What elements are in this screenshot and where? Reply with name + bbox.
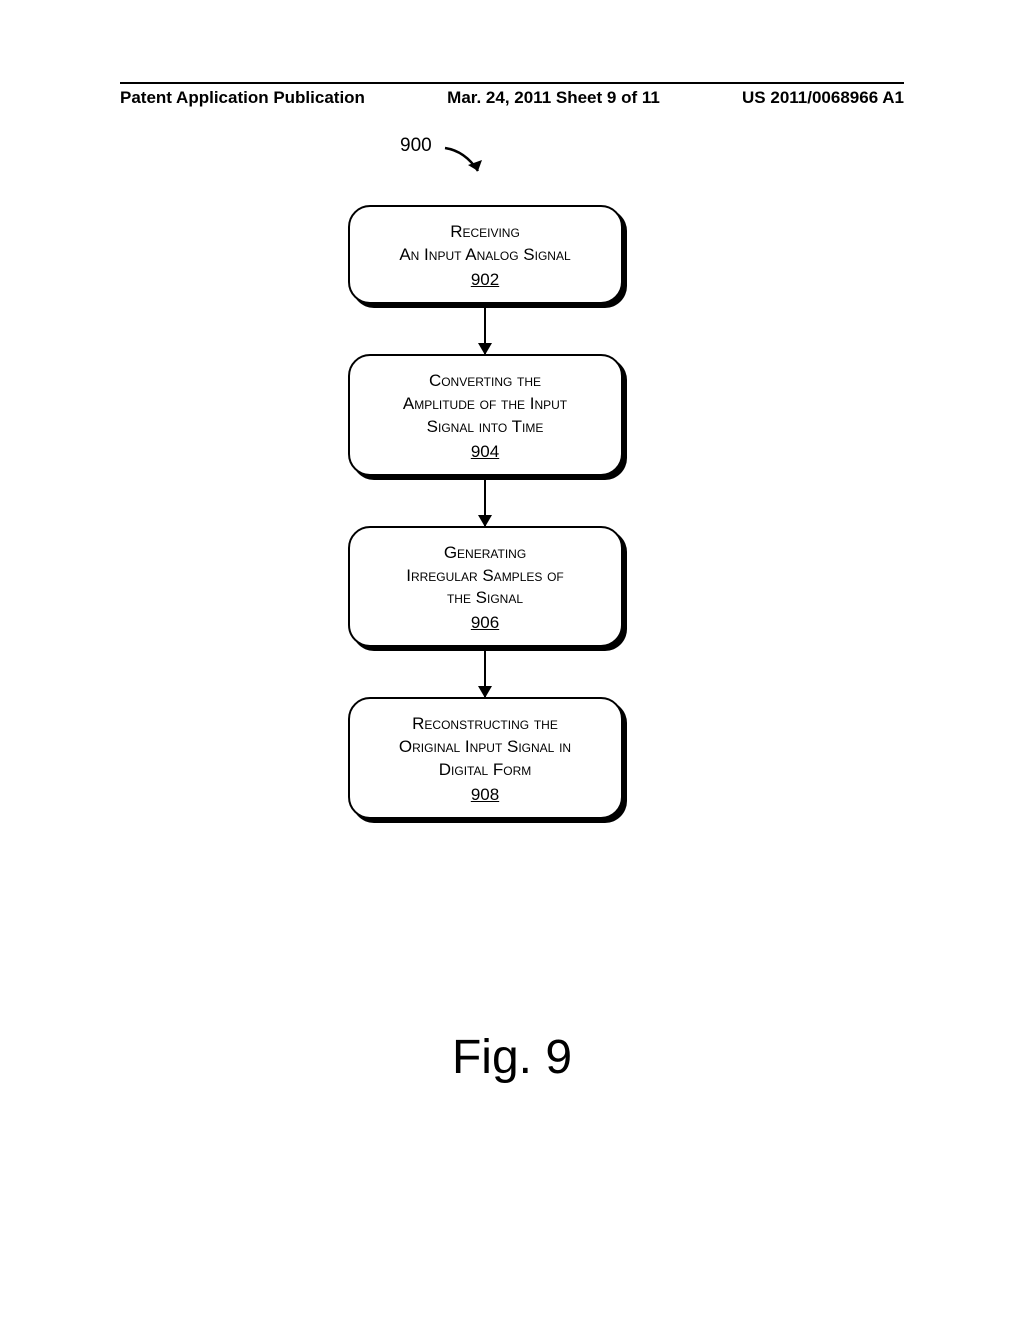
figure-caption: Fig. 9	[0, 1030, 1024, 1085]
flowchart: Receiving An Input Analog Signal 902 Con…	[340, 205, 630, 819]
step-ref: 906	[368, 612, 603, 635]
header-rule	[120, 82, 904, 84]
reference-arrow-icon	[440, 143, 500, 203]
flow-step-906: Generating Irregular Samples of the Sign…	[348, 526, 623, 648]
flow-step-908: Reconstructing the Original Input Signal…	[348, 697, 623, 819]
step-text: Converting the	[429, 371, 541, 390]
step-text: Reconstructing the	[412, 714, 558, 733]
step-ref: 902	[368, 269, 603, 292]
step-text: Signal into Time	[427, 417, 544, 436]
step-text: Amplitude of the Input	[403, 394, 567, 413]
step-ref: 908	[368, 784, 603, 807]
step-text: the Signal	[447, 588, 523, 607]
step-ref: 904	[368, 441, 603, 464]
step-text: An Input Analog Signal	[399, 245, 570, 264]
step-text: Digital Form	[439, 760, 532, 779]
step-text: Generating	[444, 543, 526, 562]
step-text: Irregular Samples of	[406, 566, 564, 585]
header-left: Patent Application Publication	[120, 88, 365, 108]
arrow-down-icon	[484, 304, 486, 354]
flow-step-904: Converting the Amplitude of the Input Si…	[348, 354, 623, 476]
step-text: Original Input Signal in	[399, 737, 571, 756]
arrow-down-icon	[484, 476, 486, 526]
flow-step-902: Receiving An Input Analog Signal 902	[348, 205, 623, 304]
header-right: US 2011/0068966 A1	[742, 88, 904, 108]
step-text: Receiving	[450, 222, 520, 241]
header-center: Mar. 24, 2011 Sheet 9 of 11	[447, 88, 660, 108]
arrow-down-icon	[484, 647, 486, 697]
header-text-row: Patent Application Publication Mar. 24, …	[120, 88, 904, 108]
figure-reference-label: 900	[400, 135, 432, 157]
